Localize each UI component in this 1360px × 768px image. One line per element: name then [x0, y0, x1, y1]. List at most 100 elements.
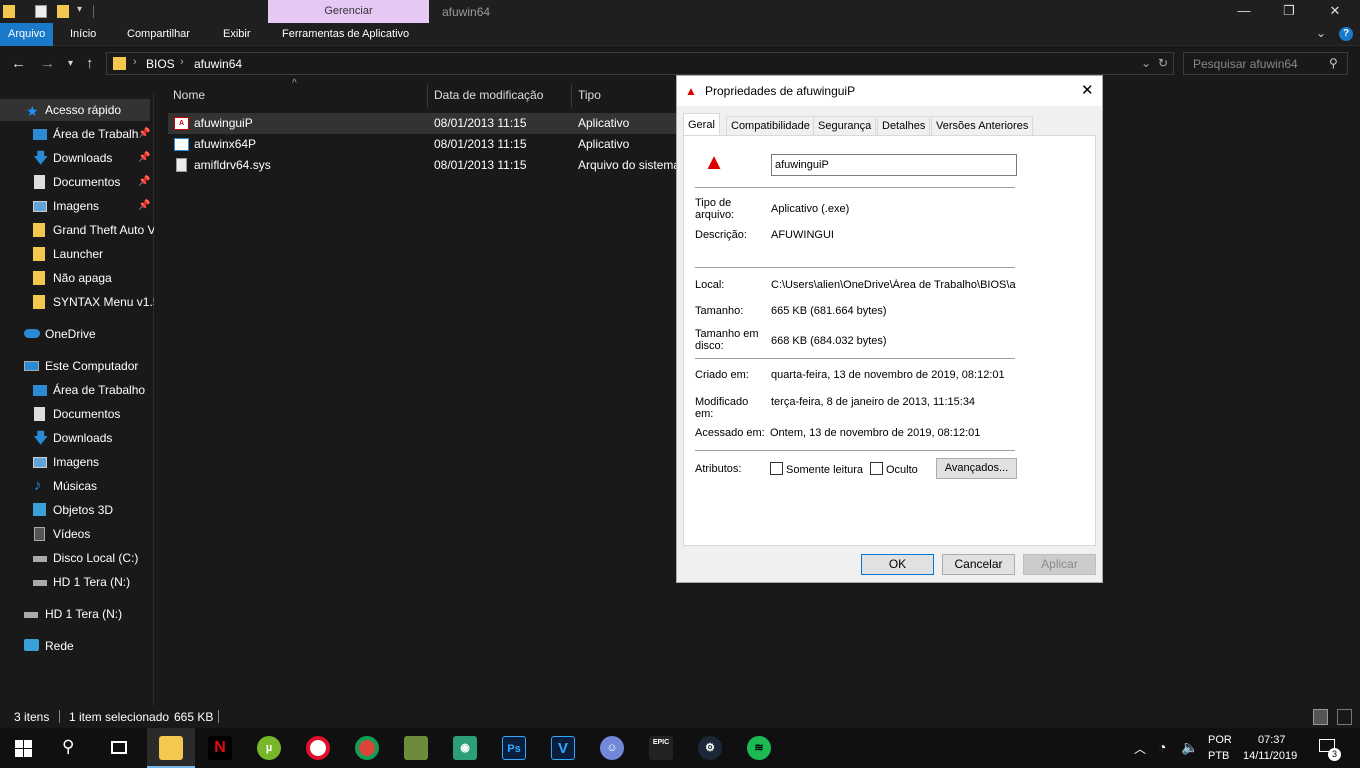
nav-pc-music[interactable]: ♪ Músicas [0, 475, 154, 497]
back-button[interactable]: ← [11, 55, 26, 72]
column-header-type[interactable]: Tipo [578, 84, 601, 106]
start-button[interactable] [15, 740, 32, 757]
tab-ferramentas[interactable]: Ferramentas de Aplicativo [274, 23, 417, 46]
nav-this-pc[interactable]: Este Computador [0, 355, 154, 377]
search-icon[interactable]: ⚲ [1329, 56, 1338, 70]
file-row[interactable]: amifldrv64.sys 08/01/2013 11:15 Arquivo … [168, 155, 680, 176]
opera-icon[interactable] [306, 736, 330, 760]
nav-pictures[interactable]: Imagens 📌 [0, 195, 154, 217]
nav-downloads[interactable]: 🡇 Downloads 📌 [0, 147, 154, 169]
task-view-icon[interactable] [111, 741, 127, 754]
tab-geral[interactable]: Geral [683, 113, 720, 136]
column-header-date[interactable]: Data de modificação [434, 84, 543, 106]
clock-time[interactable]: 07:37 [1258, 734, 1286, 746]
readonly-label[interactable]: Somente leitura [786, 464, 863, 476]
nav-desktop[interactable]: Área de Trabalho 📌 [0, 123, 154, 145]
ok-button[interactable]: OK [861, 554, 934, 575]
minecraft-icon[interactable] [404, 736, 428, 760]
readonly-checkbox[interactable] [770, 462, 783, 475]
apply-button[interactable]: Aplicar [1023, 554, 1096, 575]
minimize-button[interactable]: — [1221, 0, 1267, 23]
nav-folder-syntax[interactable]: SYNTAX Menu v1.5 [0, 291, 154, 313]
nav-pc-videos[interactable]: Vídeos [0, 523, 154, 545]
nav-folder-gta[interactable]: Grand Theft Auto V [0, 219, 154, 241]
cube-icon [33, 503, 46, 516]
discord-icon[interactable]: ☺ [600, 736, 624, 760]
tab-inicio[interactable]: Início [62, 23, 104, 46]
nav-documents[interactable]: Documentos 📌 [0, 171, 154, 193]
file-type: Aplicativo [578, 116, 630, 130]
column-separator[interactable] [427, 84, 428, 108]
file-row[interactable]: A afuwinguiP 08/01/2013 11:15 Aplicativo [168, 113, 676, 134]
details-view-icon[interactable] [1313, 709, 1328, 725]
breadcrumb-bios[interactable]: BIOS [146, 57, 175, 71]
clock-date[interactable]: 14/11/2019 [1243, 750, 1297, 762]
ribbon-expand-icon[interactable]: ⌄ [1316, 26, 1326, 40]
nav-folder-nao-apaga[interactable]: Não apaga [0, 267, 154, 289]
filename-input[interactable]: afuwinguiP [771, 154, 1017, 176]
show-hidden-icons-icon[interactable]: ︿ [1134, 740, 1146, 757]
tab-seguranca[interactable]: Segurança [813, 116, 877, 135]
refresh-icon[interactable]: ↻ [1158, 56, 1168, 70]
close-button[interactable]: ✕ [1312, 0, 1358, 23]
cancel-button[interactable]: Cancelar [942, 554, 1015, 575]
forward-button[interactable]: → [40, 55, 55, 72]
tab-detalhes[interactable]: Detalhes [877, 116, 931, 135]
nav-onedrive[interactable]: OneDrive [0, 323, 154, 345]
tab-arquivo[interactable]: Arquivo [0, 23, 54, 46]
photoshop-icon[interactable]: Ps [502, 736, 526, 760]
chevron-right-icon[interactable]: › [133, 56, 137, 68]
volume-icon[interactable]: 🔈 [1181, 739, 1198, 756]
hidden-checkbox[interactable] [870, 462, 883, 475]
folder-icon[interactable] [3, 5, 15, 18]
properties-icon[interactable] [35, 5, 47, 18]
chevron-right-icon[interactable]: › [180, 56, 184, 68]
tab-exibir[interactable]: Exibir [215, 23, 259, 46]
game-app-icon[interactable]: ◉ [453, 736, 477, 760]
nav-pc-3d-objects[interactable]: Objetos 3D [0, 499, 154, 521]
nav-pc-documents[interactable]: Documentos [0, 403, 154, 425]
chrome-icon[interactable] [355, 736, 379, 760]
netflix-icon[interactable]: N [208, 736, 232, 760]
search-input[interactable]: Pesquisar afuwin64 ⚲ [1183, 52, 1348, 75]
large-icons-view-icon[interactable] [1337, 709, 1352, 725]
up-button[interactable]: ↑ [86, 55, 94, 72]
nav-pc-pictures[interactable]: Imagens [0, 451, 154, 473]
nav-quick-access[interactable]: ★ Acesso rápido [0, 99, 150, 121]
spotify-icon[interactable]: ≋ [747, 736, 771, 760]
context-tab-gerenciar[interactable]: Gerenciar [268, 0, 429, 23]
column-header-name[interactable]: Nome [173, 84, 205, 106]
recent-dropdown-icon[interactable]: ▾ [68, 58, 73, 69]
quick-access-dropdown-icon[interactable]: ▾ [77, 4, 82, 15]
utorrent-icon[interactable]: µ [257, 736, 281, 760]
nav-hd[interactable]: HD 1 Tera (N:) [0, 603, 154, 625]
vegas-icon[interactable]: V [551, 736, 575, 760]
column-separator[interactable] [571, 84, 572, 108]
file-row[interactable]: afuwinx64P 08/01/2013 11:15 Aplicativo [168, 134, 676, 155]
nav-pc-hd[interactable]: HD 1 Tera (N:) [0, 571, 154, 593]
search-icon[interactable]: ⚲ [62, 737, 74, 757]
breadcrumb-afuwin64[interactable]: afuwin64 [194, 57, 242, 71]
hidden-label[interactable]: Oculto [886, 464, 918, 476]
advanced-button[interactable]: Avançados... [936, 458, 1017, 479]
tab-compartilhar[interactable]: Compartilhar [119, 23, 198, 46]
tab-compatibilidade[interactable]: Compatibilidade [726, 116, 815, 135]
chevron-down-icon[interactable]: ⌄ [1141, 56, 1151, 70]
language-top[interactable]: POR [1208, 734, 1232, 746]
nav-network[interactable]: Rede [0, 635, 154, 657]
file-explorer-icon[interactable] [159, 736, 183, 760]
help-icon[interactable]: ? [1339, 27, 1353, 41]
nav-folder-launcher[interactable]: Launcher [0, 243, 154, 265]
steam-icon[interactable]: ⚙ [698, 736, 722, 760]
dialog-close-button[interactable]: ✕ [1081, 81, 1094, 99]
tab-versoes-anteriores[interactable]: Versões Anteriores [931, 116, 1034, 135]
maximize-button[interactable]: ❐ [1266, 0, 1312, 23]
epic-games-icon[interactable]: EPIC [649, 736, 673, 760]
address-bar[interactable]: › BIOS › afuwin64 ⌄ ↻ [106, 52, 1174, 75]
language-bottom[interactable]: PTB [1208, 750, 1229, 762]
new-folder-icon[interactable] [57, 5, 69, 18]
nav-pc-local-disk[interactable]: Disco Local (C:) [0, 547, 154, 569]
nav-pc-desktop[interactable]: Área de Trabalho [0, 379, 154, 401]
wifi-icon[interactable]: ◔ [1158, 739, 1166, 755]
nav-pc-downloads[interactable]: 🡇 Downloads [0, 427, 154, 449]
